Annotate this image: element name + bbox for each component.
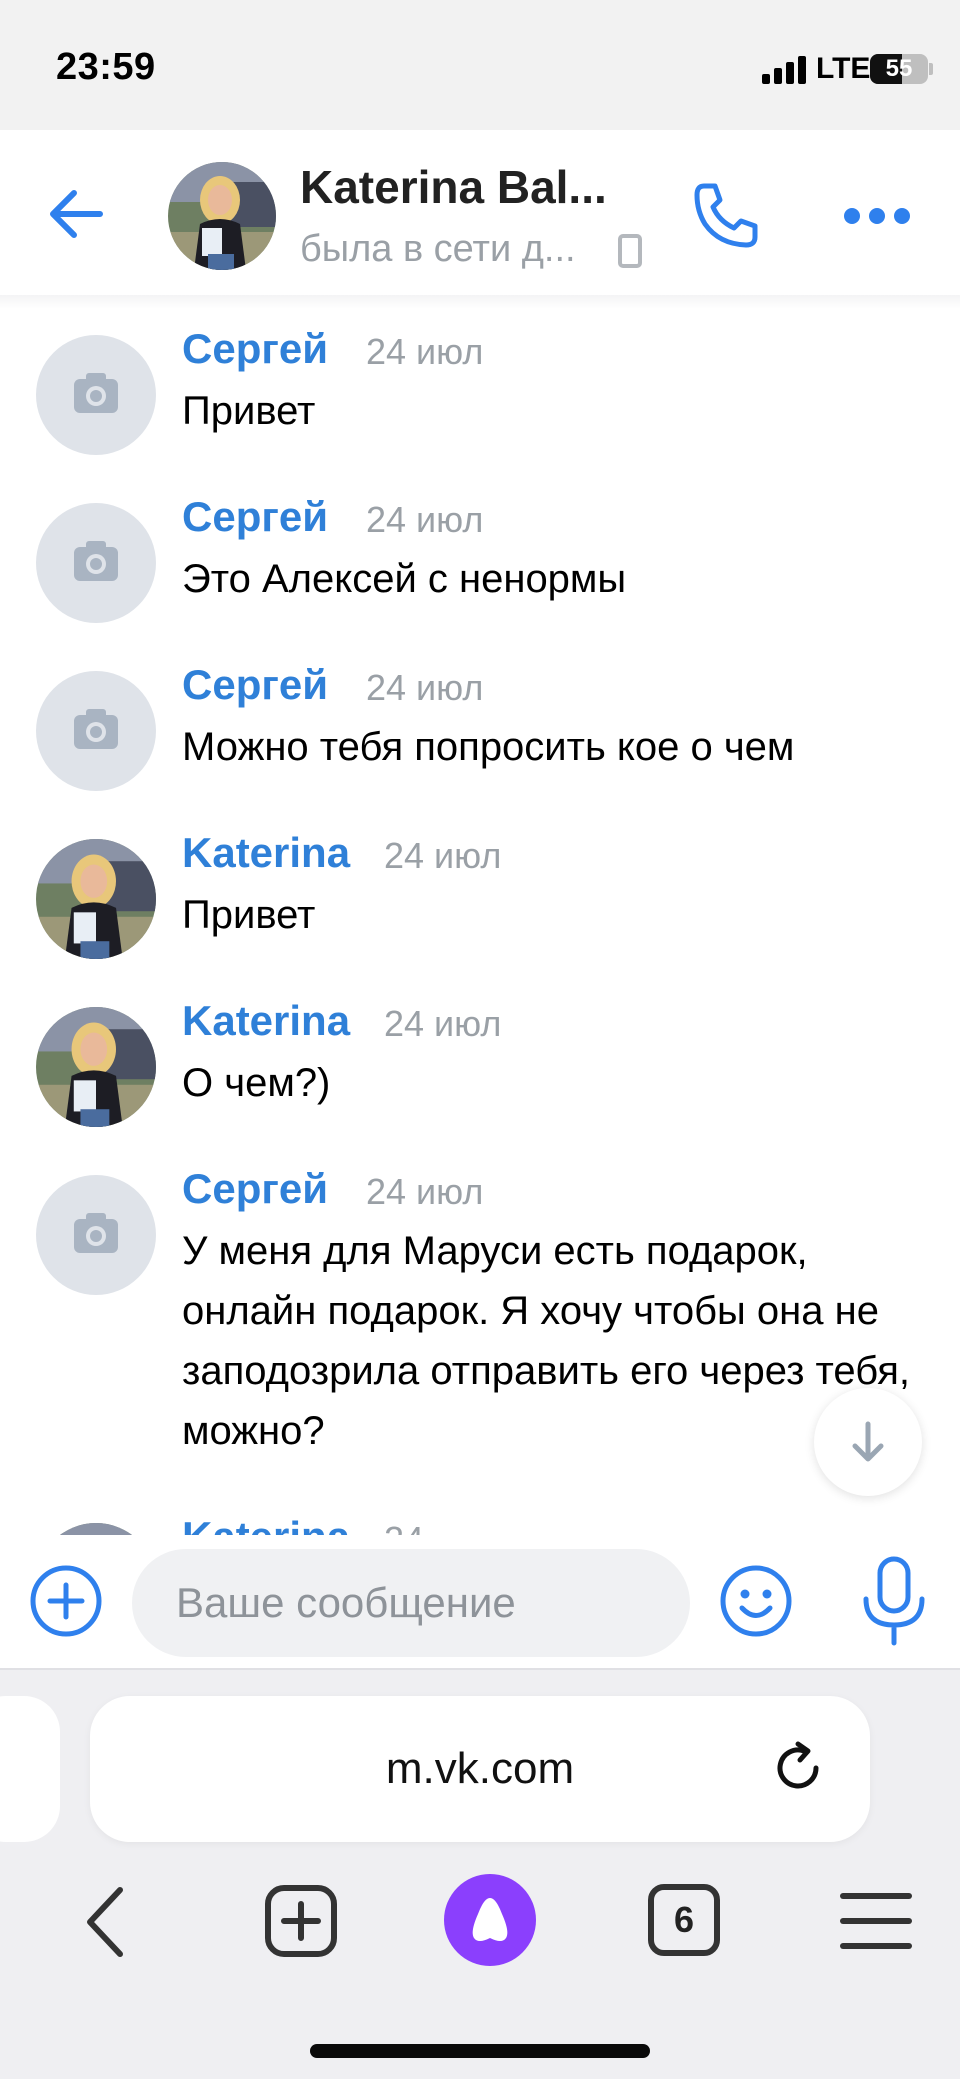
battery-icon: 55 <box>870 54 928 84</box>
message-author[interactable]: Katerina <box>182 997 350 1045</box>
message-date: 24 июл <box>366 499 484 540</box>
back-button[interactable] <box>44 182 108 246</box>
scroll-to-bottom-button[interactable] <box>814 1388 922 1496</box>
user-photo <box>36 1007 156 1127</box>
camera-icon <box>74 373 118 413</box>
message-author[interactable]: Сергей <box>182 325 328 373</box>
call-button[interactable] <box>688 178 764 254</box>
contact-photo <box>168 162 276 270</box>
cellular-signal-icon <box>762 56 806 84</box>
reload-button[interactable] <box>768 1738 828 1798</box>
message-date: 24 <box>384 1519 424 1535</box>
header-divider <box>0 295 960 309</box>
message-avatar[interactable] <box>36 1523 156 1535</box>
message-author[interactable]: Katerina <box>182 829 350 877</box>
tabs-counter-button[interactable]: 6 <box>648 1884 720 1956</box>
message-author[interactable]: Сергей <box>182 493 328 541</box>
home-indicator <box>310 2044 650 2058</box>
message-avatar[interactable] <box>36 1007 156 1127</box>
plus-square-icon <box>265 1885 337 1957</box>
contact-last-seen: была в сети д... <box>300 228 576 270</box>
network-type: LTE <box>816 52 871 85</box>
contact-avatar[interactable] <box>168 162 276 270</box>
microphone-icon <box>863 1556 925 1646</box>
message-author[interactable]: Katerina <box>182 1513 350 1535</box>
arrow-left-icon <box>50 190 103 238</box>
battery-tip <box>929 63 933 75</box>
status-bar: 23:59 LTE 55 <box>0 0 960 130</box>
message-date: 24 июл <box>384 1003 502 1044</box>
plus-circle-icon <box>30 1565 102 1637</box>
phone-icon <box>694 183 758 248</box>
message-list[interactable]: Сергей 24 июл Привет Сергей 24 июл Это Алексе… <box>0 309 960 1535</box>
user-photo <box>36 839 156 959</box>
arrow-down-icon <box>852 1421 884 1462</box>
attach-button[interactable] <box>28 1563 104 1639</box>
message-text: Привет <box>182 389 316 433</box>
message-date: 24 июл <box>366 331 484 372</box>
emoji-button[interactable] <box>718 1563 794 1639</box>
alice-icon <box>472 1898 508 1941</box>
message-avatar[interactable] <box>36 503 156 623</box>
message-text: Привет <box>182 893 316 937</box>
tabs-count: 6 <box>673 1899 695 1940</box>
browser-back-button[interactable] <box>72 1882 142 1962</box>
message-text: О чем?) <box>182 1061 331 1105</box>
status-time: 23:59 <box>56 46 156 88</box>
chat-header: Katerina Bal... была в сети д... <box>0 130 960 295</box>
hamburger-icon[interactable] <box>840 1893 912 1949</box>
chevron-left-icon <box>87 1887 123 1957</box>
mobile-device-icon <box>618 234 642 268</box>
message-avatar[interactable] <box>36 335 156 455</box>
message-date: 24 июл <box>366 1171 484 1212</box>
message-avatar[interactable] <box>36 1175 156 1295</box>
message-date: 24 июл <box>366 667 484 708</box>
more-dots-icon[interactable] <box>844 208 910 224</box>
message-avatar[interactable] <box>36 839 156 959</box>
alice-assistant-button[interactable] <box>444 1874 536 1966</box>
address-bar[interactable]: m.vk.com <box>90 1696 870 1842</box>
camera-icon <box>74 541 118 581</box>
smile-icon <box>720 1565 792 1637</box>
camera-icon <box>74 709 118 749</box>
message-author[interactable]: Сергей <box>182 661 328 709</box>
reload-icon <box>777 1741 819 1789</box>
url-text[interactable]: m.vk.com <box>90 1696 870 1842</box>
new-tab-button[interactable] <box>264 1884 338 1958</box>
message-composer <box>0 1535 960 1668</box>
message-avatar[interactable] <box>36 671 156 791</box>
camera-icon <box>74 1213 118 1253</box>
message-date: 24 июл <box>384 835 502 876</box>
battery-level: 55 <box>885 55 913 82</box>
message-text: Можно тебя попросить кое о чем <box>182 725 795 769</box>
previous-tab-card[interactable] <box>0 1696 60 1842</box>
user-photo <box>36 1523 156 1535</box>
message-input[interactable] <box>132 1549 690 1657</box>
voice-message-button[interactable] <box>856 1555 932 1647</box>
message-text: Это Алексей с ненормы <box>182 557 627 601</box>
contact-name[interactable]: Katerina Bal... <box>300 160 660 214</box>
message-author[interactable]: Сергей <box>182 1165 328 1213</box>
